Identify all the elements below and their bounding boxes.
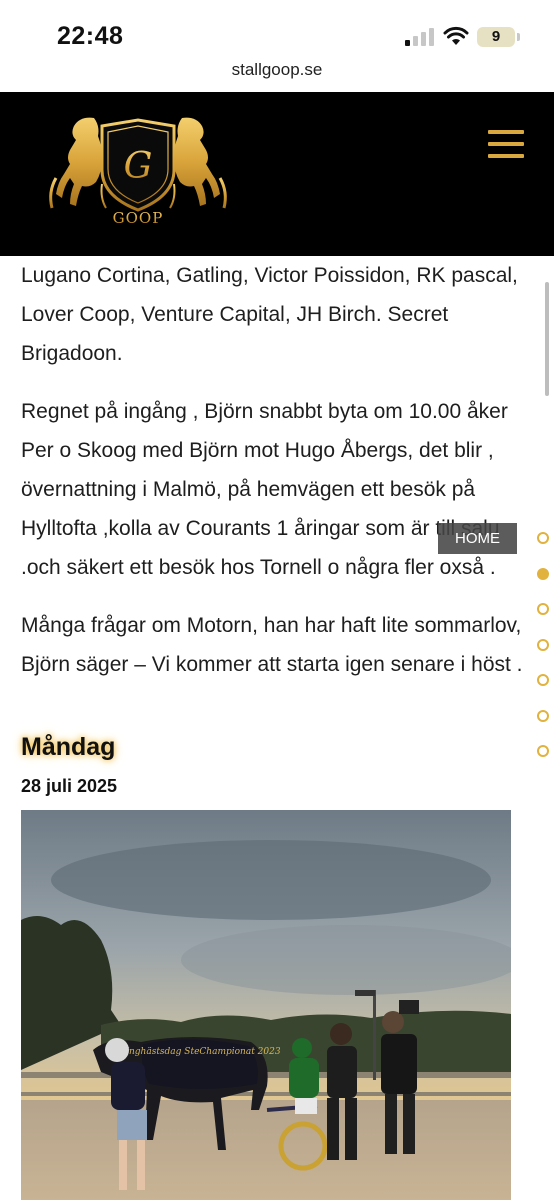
wifi-icon — [443, 26, 469, 45]
post-photo[interactable]: Unghästsdag SteChampionat 2023 — [21, 810, 511, 1200]
post-day-heading: Måndag — [21, 733, 116, 761]
battery-level: 9 — [491, 28, 501, 45]
cellular-signal-icon — [405, 28, 434, 46]
battery-cap — [517, 33, 520, 41]
battery-icon: 9 — [477, 27, 515, 47]
logo-monogram: G — [124, 146, 153, 187]
text-line: Per o Skoog med Björn mot Hugo Åbergs, d… — [21, 439, 494, 462]
scrollbar-thumb[interactable] — [545, 282, 549, 396]
article-paragraph-3: Många frågar om Motorn, han har haft lit… — [21, 606, 523, 684]
article-paragraph-1: Lugano Cortina, Gatling, Victor Poissido… — [21, 256, 521, 373]
section-dot[interactable] — [537, 709, 549, 722]
url-text: stallgoop.se — [231, 60, 323, 79]
section-dot[interactable] — [537, 638, 549, 651]
text-line: Regnet på ingång , Björn snabbt byta om … — [21, 400, 508, 423]
text-line: Många frågar om Motorn, han har haft lit… — [21, 614, 522, 637]
logo-text: GOOP — [113, 209, 164, 227]
text-line: Björn säger – Vi kommer att starta igen … — [21, 653, 523, 676]
section-dot[interactable] — [537, 603, 549, 615]
home-tooltip[interactable]: HOME — [438, 523, 517, 554]
post-date: 28 juli 2025 — [21, 776, 118, 796]
section-dot[interactable] — [537, 532, 549, 544]
section-dot[interactable] — [537, 567, 549, 580]
text-line: Brigadoon. — [21, 342, 123, 365]
status-bar: 22:48 9 — [0, 0, 554, 56]
text-line: Lugano Cortina, Gatling, Victor Poissido… — [21, 264, 518, 287]
blanket-text: Unghästsdag SteChampionat 2023 — [121, 1047, 280, 1057]
section-dot[interactable] — [537, 674, 549, 686]
menu-hamburger-icon[interactable] — [488, 128, 526, 160]
section-dot[interactable] — [537, 745, 549, 757]
text-line: Lover Coop, Venture Capital, JH Birch. S… — [21, 303, 449, 326]
article-content: Lugano Cortina, Gatling, Victor Poissido… — [21, 256, 523, 684]
text-line: övernattning i Malmö, på hemvägen ett be… — [21, 478, 476, 501]
status-time: 22:48 — [57, 22, 124, 50]
goop-logo[interactable]: G GOOP — [40, 112, 236, 228]
url-bar[interactable]: stallgoop.se — [0, 56, 554, 92]
text-line: .och säkert ett besök hos Tornell o någr… — [21, 556, 496, 579]
article-paragraph-2: Regnet på ingång , Björn snabbt byta om … — [21, 392, 521, 587]
text-line: Hylltofta ,kolla av Courants 1 åringar s… — [21, 517, 500, 540]
